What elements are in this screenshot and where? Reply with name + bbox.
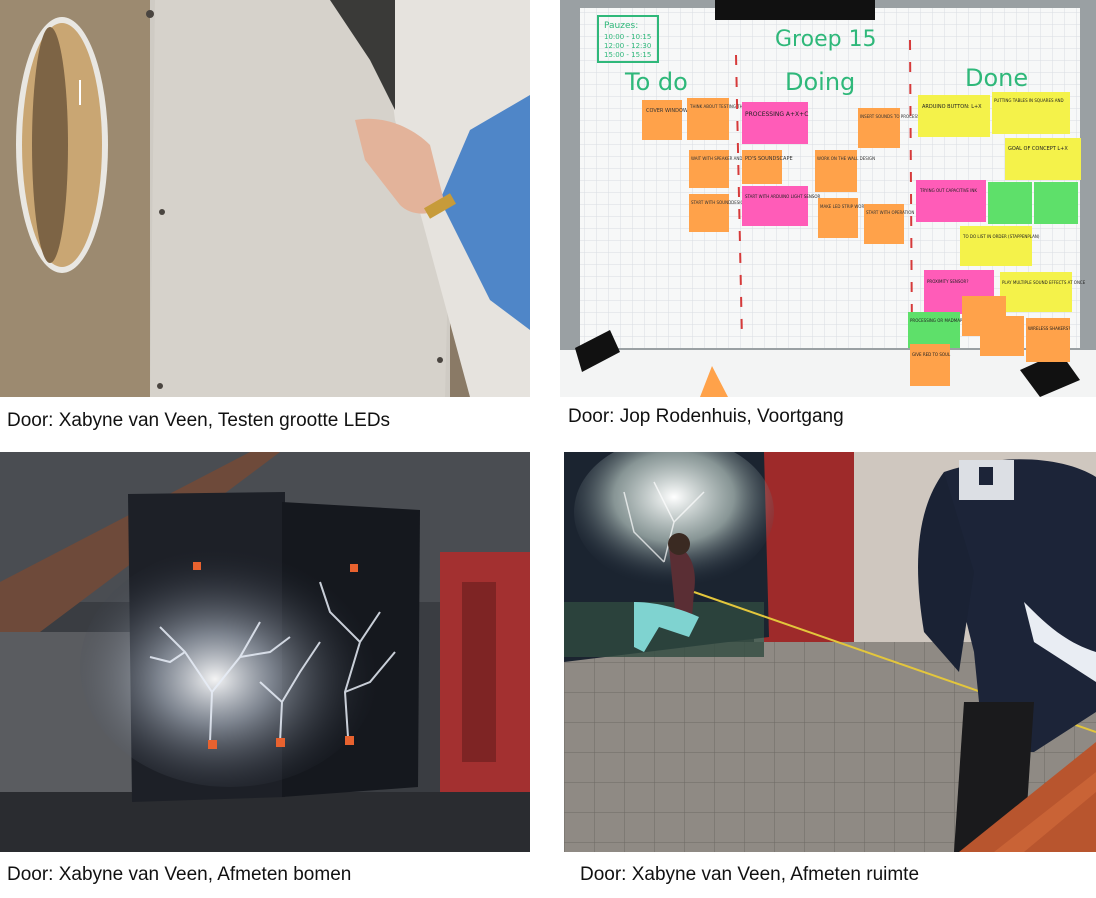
room-measurement-scene	[564, 452, 1096, 852]
photo-progress-board: Pauzes: 10:00 - 10:15 12:00 - 12:30 15:0…	[560, 0, 1096, 397]
sticky-note: COVER WINDOWS	[646, 108, 691, 114]
sticky-note: START WITH OPERATION	[866, 210, 914, 215]
pauze-time: 15:00 - 15:15	[604, 51, 651, 59]
sticky-note: GIVE RED TO SOUL	[912, 352, 951, 357]
photo-caption: Door: Xabyne van Veen, Afmeten ruimte	[580, 864, 920, 885]
pauzes-label: Pauzes:	[604, 21, 638, 31]
led-test-scene	[0, 0, 530, 397]
photo-led-size-test	[0, 0, 530, 397]
sticky-note: PROCESSING OR MADMAPPER	[910, 318, 970, 323]
photo-room-measurement	[564, 452, 1096, 852]
sticky-note: PD'S SOUNDSCAPE	[745, 156, 793, 162]
sticky-note: PLAY MULTIPLE SOUND EFFECTS AT ONCE	[1002, 280, 1086, 285]
board-title: Groep 15	[775, 27, 877, 52]
tree-projection-scene	[0, 452, 530, 852]
sticky-note: PUTTING TABLES IN SQUARES AND	[994, 98, 1064, 103]
column-todo: To do	[624, 68, 688, 96]
sticky-note: INSERT SOUNDS TO PROCESSING	[860, 114, 927, 119]
sticky-note: START WITH ARDUINO LIGHT SENSOR	[745, 194, 821, 199]
sticky-note: ARDUINO BUTTON: L+X	[922, 104, 982, 110]
sticky-note: TRYING OUT CAPACITIVE INK	[919, 188, 977, 193]
sticky-note: PROXIMITY SENSOR?	[927, 279, 968, 284]
column-doing: Doing	[785, 68, 855, 96]
photo-caption: Door: Xabyne van Veen, Afmeten bomen	[7, 864, 352, 885]
photo-caption: Door: Xabyne van Veen, Testen grootte LE…	[7, 410, 391, 431]
pauze-time: 10:00 - 10:15	[604, 33, 651, 41]
sticky-note: WIRELESS SHAKERS?	[1028, 326, 1070, 331]
column-done: Done	[965, 64, 1028, 92]
sticky-note: MAKE LED STRIP WORK	[820, 204, 867, 209]
sticky-note: GOAL OF CONCEPT L+X	[1008, 146, 1068, 152]
sticky-note: PROCESSING A+X+C	[745, 111, 808, 118]
photo-tree-measurement	[0, 452, 530, 852]
sticky-note: WORK ON THE WALL DESIGN	[817, 156, 875, 161]
pauze-time: 12:00 - 12:30	[604, 42, 651, 50]
sticky-note: START WITH SOUNDDESIGN	[691, 200, 747, 205]
photo-caption: Door: Jop Rodenhuis, Voortgang	[568, 406, 844, 427]
scrum-board: Pauzes: 10:00 - 10:15 12:00 - 12:30 15:0…	[560, 0, 1096, 397]
sticky-note: TO DO LIST IN ORDER (STAPPENPLAN)	[962, 234, 1040, 239]
